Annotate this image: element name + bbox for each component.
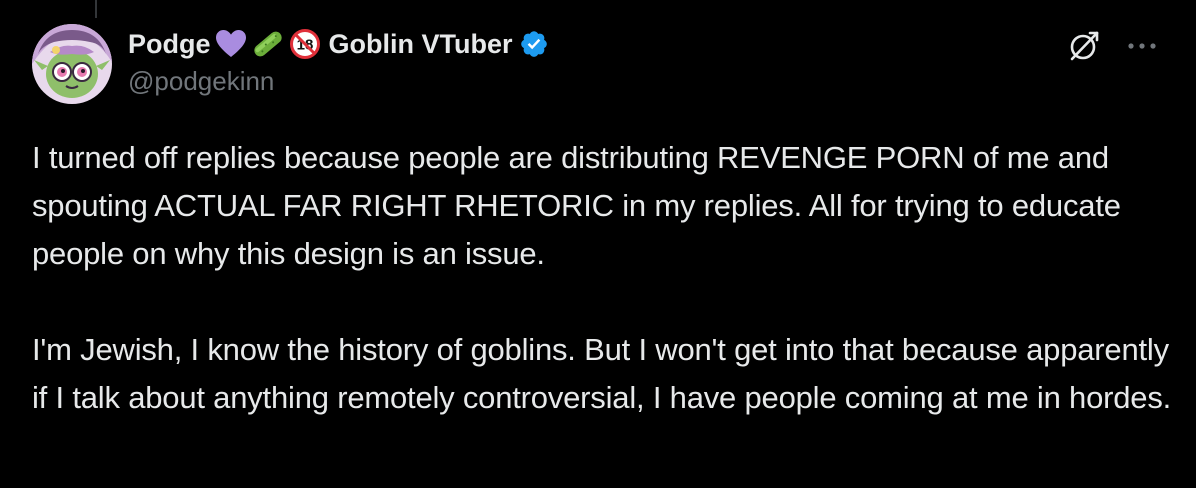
thread-connector-line	[95, 0, 97, 18]
author-name-row: Podge 18	[128, 26, 549, 62]
tweet-paragraph: I turned off replies because people are …	[32, 140, 1121, 271]
author-name-suffix[interactable]: Goblin VTuber	[329, 29, 513, 60]
avatar[interactable]	[32, 24, 112, 104]
cucumber-icon	[251, 29, 285, 59]
more-options-icon[interactable]	[1122, 26, 1162, 66]
verified-badge-icon[interactable]	[519, 29, 549, 59]
grok-icon[interactable]	[1064, 26, 1104, 66]
tweet-text: I turned off replies because people are …	[32, 134, 1172, 422]
no-one-under-eighteen-icon: 18	[289, 28, 321, 60]
author-display-name[interactable]: Podge	[128, 29, 211, 60]
tweet-paragraph: I'm Jewish, I know the history of goblin…	[32, 332, 1172, 415]
tweet-header: Podge 18	[128, 26, 549, 97]
purple-heart-icon	[215, 29, 247, 59]
author-handle[interactable]: @podgekinn	[128, 66, 549, 97]
